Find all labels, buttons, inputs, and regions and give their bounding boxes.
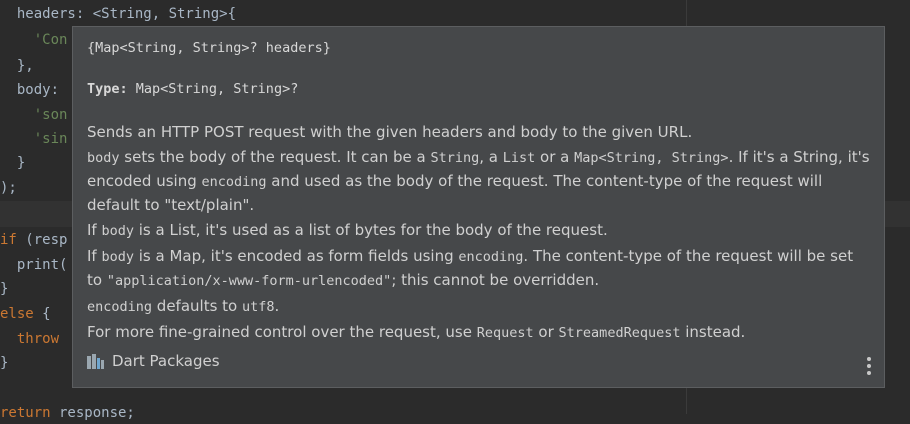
doc-paragraph-1: Sends an HTTP POST request with the give… bbox=[87, 123, 693, 141]
code-token: print( bbox=[0, 257, 68, 273]
code-token: 'son bbox=[33, 107, 68, 123]
parameter-signature: {Map<String, String>? headers} bbox=[87, 40, 331, 56]
code-token: 'Con bbox=[33, 32, 68, 48]
code-token: headers: <String, String>{ bbox=[0, 6, 237, 22]
code-line[interactable]: }, bbox=[0, 55, 34, 77]
code-token: } bbox=[0, 281, 9, 297]
code-line[interactable]: print( bbox=[0, 254, 68, 276]
code-token: } bbox=[0, 155, 26, 171]
doc-description: Sends an HTTP POST request with the give… bbox=[87, 121, 872, 347]
code-line[interactable]: 'son bbox=[0, 104, 68, 126]
doc-paragraph-6: For more fine-grained control over the r… bbox=[87, 323, 746, 341]
code-token: if bbox=[0, 232, 17, 248]
quick-documentation-popup: {Map<String, String>? headers} Type: Map… bbox=[72, 26, 885, 388]
doc-source[interactable]: Dart Packages bbox=[87, 352, 220, 370]
code-token: throw bbox=[16, 331, 60, 347]
type-label: Type: bbox=[87, 81, 128, 97]
code-token: response; bbox=[50, 405, 135, 421]
code-line[interactable]: headers: <String, String>{ bbox=[0, 3, 236, 25]
code-token: else bbox=[0, 306, 34, 322]
doc-paragraph-3: If body is a List, it's used as a list o… bbox=[87, 221, 608, 239]
code-line[interactable]: return response; bbox=[0, 402, 135, 424]
code-token: (resp bbox=[16, 232, 68, 248]
code-line[interactable]: } bbox=[0, 152, 25, 174]
type-value: Map<String, String>? bbox=[127, 81, 299, 97]
code-line[interactable]: if (resp bbox=[0, 229, 67, 251]
code-line[interactable]: ); bbox=[0, 177, 17, 199]
code-token: }, bbox=[0, 58, 34, 74]
more-vertical-icon[interactable] bbox=[866, 357, 872, 375]
code-line[interactable]: 'Con bbox=[0, 29, 68, 51]
code-token: return bbox=[0, 405, 51, 421]
code-line[interactable]: } bbox=[0, 352, 8, 374]
code-token: body: bbox=[0, 82, 60, 98]
code-line[interactable]: } bbox=[0, 278, 8, 300]
doc-paragraph-5: encoding defaults to utf8. bbox=[87, 297, 280, 315]
code-token: 'sin bbox=[33, 131, 68, 147]
code-line[interactable]: throw bbox=[0, 328, 59, 350]
code-token: { bbox=[33, 306, 51, 322]
doc-paragraph-2: body sets the body of the request. It ca… bbox=[87, 148, 870, 214]
code-token: ); bbox=[0, 180, 17, 196]
type-line: Type: Map<String, String>? bbox=[87, 81, 298, 97]
library-icon bbox=[87, 354, 104, 369]
code-line[interactable]: 'sin bbox=[0, 128, 68, 150]
code-line[interactable]: body: bbox=[0, 79, 59, 101]
code-line[interactable]: else { bbox=[0, 303, 51, 325]
doc-source-label: Dart Packages bbox=[112, 352, 220, 370]
doc-paragraph-4: If body is a Map, it's encoded as form f… bbox=[87, 247, 854, 289]
code-token: } bbox=[0, 355, 9, 371]
